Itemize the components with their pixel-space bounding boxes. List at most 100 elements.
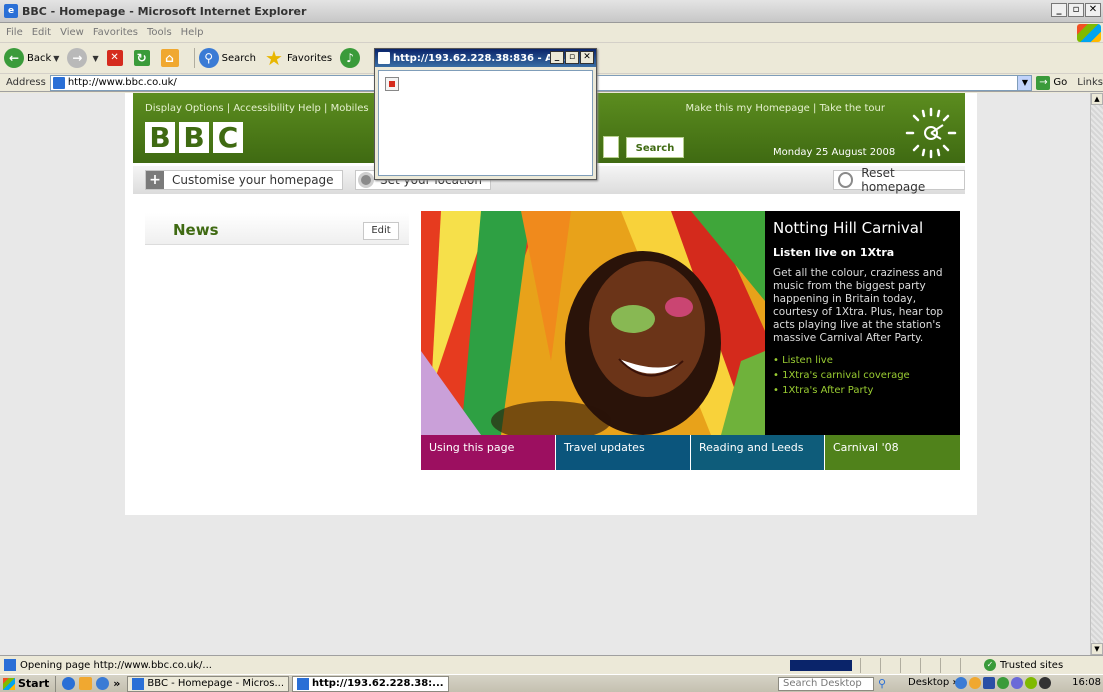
ie-quicklaunch-icon[interactable] <box>62 677 76 690</box>
media-icon: ♪ <box>340 48 361 68</box>
star-icon: ★ <box>264 46 283 70</box>
stop-button[interactable]: ✕ <box>106 50 126 66</box>
tab-carnival-08[interactable]: Carnival '08 <box>825 435 960 470</box>
taskbar-clock[interactable]: 16:08 <box>1072 677 1101 688</box>
logo-letter: B <box>179 122 209 153</box>
reset-icon <box>838 172 854 188</box>
logo-letter: B <box>145 122 175 153</box>
back-button[interactable]: ← Back ▼ <box>4 48 59 68</box>
carnival-photo[interactable] <box>421 211 765 435</box>
tray-icon[interactable] <box>983 677 995 689</box>
tray-icon[interactable] <box>1039 677 1051 689</box>
header-links[interactable]: Display Options | Accessibility Help | M… <box>145 103 369 114</box>
popup-title: http://193.62.228.38:836 - Au... <box>393 52 572 64</box>
forward-button[interactable]: → ▼ <box>67 48 99 68</box>
address-dropdown-icon[interactable]: ▼ <box>1017 75 1032 90</box>
header-date: Monday 25 August 2008 <box>773 147 896 158</box>
quicklaunch-icon[interactable] <box>79 677 93 690</box>
vertical-scrollbar[interactable]: ▲ ▼ <box>1090 93 1103 655</box>
address-label: Address <box>6 77 46 88</box>
tray-icon[interactable] <box>997 677 1009 689</box>
windows-flag-icon <box>3 677 15 690</box>
home-icon: ⌂ <box>160 49 179 67</box>
forward-arrow-icon: → <box>67 48 88 68</box>
popup-content <box>378 70 593 176</box>
address-url: http://www.bbc.co.uk/ <box>67 77 177 88</box>
links-button[interactable]: Links <box>1077 77 1103 88</box>
plus-icon: + <box>146 171 164 189</box>
scroll-up-icon[interactable]: ▲ <box>1091 93 1103 105</box>
refresh-button[interactable]: ↻ <box>133 50 153 66</box>
tray-icon[interactable] <box>969 677 981 689</box>
ie-icon: e <box>4 4 18 18</box>
status-text: Opening page http://www.bbc.co.uk/... <box>20 659 212 671</box>
popup-close-button[interactable]: ✕ <box>580 51 594 64</box>
clock-icon <box>905 107 957 159</box>
location-icon <box>358 172 374 188</box>
quicklaunch-icon[interactable] <box>96 677 110 690</box>
tray-icon[interactable] <box>955 677 967 689</box>
scroll-down-icon[interactable]: ▼ <box>1091 643 1103 655</box>
check-icon: ✓ <box>984 659 996 671</box>
ie-icon <box>297 677 310 690</box>
search-input[interactable] <box>603 136 619 158</box>
search-button[interactable]: ⚲ Search <box>198 48 256 68</box>
window-title: BBC - Homepage - Microsoft Internet Expl… <box>22 4 307 18</box>
security-zone[interactable]: ✓ Trusted sites <box>984 659 1063 671</box>
ie-icon <box>132 677 145 690</box>
favorites-button[interactable]: ★ Favorites <box>264 48 332 68</box>
promo-link[interactable]: 1Xtra's After Party <box>773 383 952 398</box>
menu-view[interactable]: View <box>60 27 84 38</box>
customise-button[interactable]: + Customise your homepage <box>145 170 343 190</box>
page-icon <box>52 76 65 89</box>
bbc-logo[interactable]: B B C <box>145 122 247 153</box>
menu-edit[interactable]: Edit <box>32 27 51 38</box>
home-button[interactable]: ⌂ <box>160 49 182 67</box>
taskbar: Start » BBC - Homepage - Micros... http:… <box>0 674 1103 692</box>
promo-link[interactable]: 1Xtra's carnival coverage <box>773 368 952 383</box>
popup-maximize-button[interactable]: ▫ <box>565 51 579 64</box>
tab-reading-and-leeds[interactable]: Reading and Leeds <box>691 435 825 470</box>
refresh-icon: ↻ <box>133 50 150 66</box>
promo-module: Notting Hill Carnival Listen live on 1Xt… <box>421 211 960 471</box>
system-tray <box>955 677 1053 689</box>
quicklaunch-chevron[interactable]: » <box>113 677 120 690</box>
progress-bar <box>790 660 852 671</box>
media-button[interactable]: ♪ <box>340 48 363 68</box>
task-popup[interactable]: http://193.62.228.38:... <box>292 675 449 692</box>
popup-minimize-button[interactable]: _ <box>550 51 564 64</box>
go-button[interactable]: → Go <box>1036 75 1067 90</box>
tray-icon[interactable] <box>1025 677 1037 689</box>
popup-window[interactable]: http://193.62.228.38:836 - Au... _ ▫ ✕ <box>374 48 597 180</box>
quick-launch: » <box>62 677 124 690</box>
search-desktop-input[interactable]: Search Desktop <box>778 677 874 691</box>
tray-icon[interactable] <box>1011 677 1023 689</box>
stop-icon: ✕ <box>106 50 123 66</box>
start-button[interactable]: Start <box>0 675 57 692</box>
menu-help[interactable]: Help <box>181 27 204 38</box>
page-icon <box>4 659 16 671</box>
search-icon[interactable]: ⚲ <box>878 677 886 690</box>
menu-tools[interactable]: Tools <box>147 27 172 38</box>
maximize-button[interactable]: ▫ <box>1068 3 1084 17</box>
logo-letter: C <box>213 122 243 153</box>
desktop-toolbar[interactable]: Desktop » <box>908 677 959 688</box>
menu-file[interactable]: File <box>6 27 23 38</box>
tab-travel-updates[interactable]: Travel updates <box>556 435 691 470</box>
news-panel: News Edit <box>145 213 409 245</box>
tab-using-this-page[interactable]: Using this page <box>421 435 556 470</box>
close-button[interactable]: ✕ <box>1085 3 1101 17</box>
go-arrow-icon: → <box>1036 75 1051 90</box>
task-bbc-homepage[interactable]: BBC - Homepage - Micros... <box>127 675 290 692</box>
status-bar: Opening page http://www.bbc.co.uk/... ✓ … <box>0 655 1103 674</box>
bbc-search-button[interactable]: Search <box>626 137 684 158</box>
promo-heading[interactable]: Notting Hill Carnival <box>773 219 952 237</box>
menu-favorites[interactable]: Favorites <box>93 27 138 38</box>
minimize-button[interactable]: _ <box>1051 3 1067 17</box>
window-title-bar: e BBC - Homepage - Microsoft Internet Ex… <box>0 0 1103 23</box>
promo-subheading[interactable]: Listen live on 1Xtra <box>773 246 952 259</box>
promo-link[interactable]: Listen live <box>773 353 952 368</box>
header-right-links[interactable]: Make this my Homepage | Take the tour <box>686 103 885 114</box>
reset-homepage-button[interactable]: Reset homepage <box>833 166 965 194</box>
news-edit-button[interactable]: Edit <box>363 222 399 240</box>
